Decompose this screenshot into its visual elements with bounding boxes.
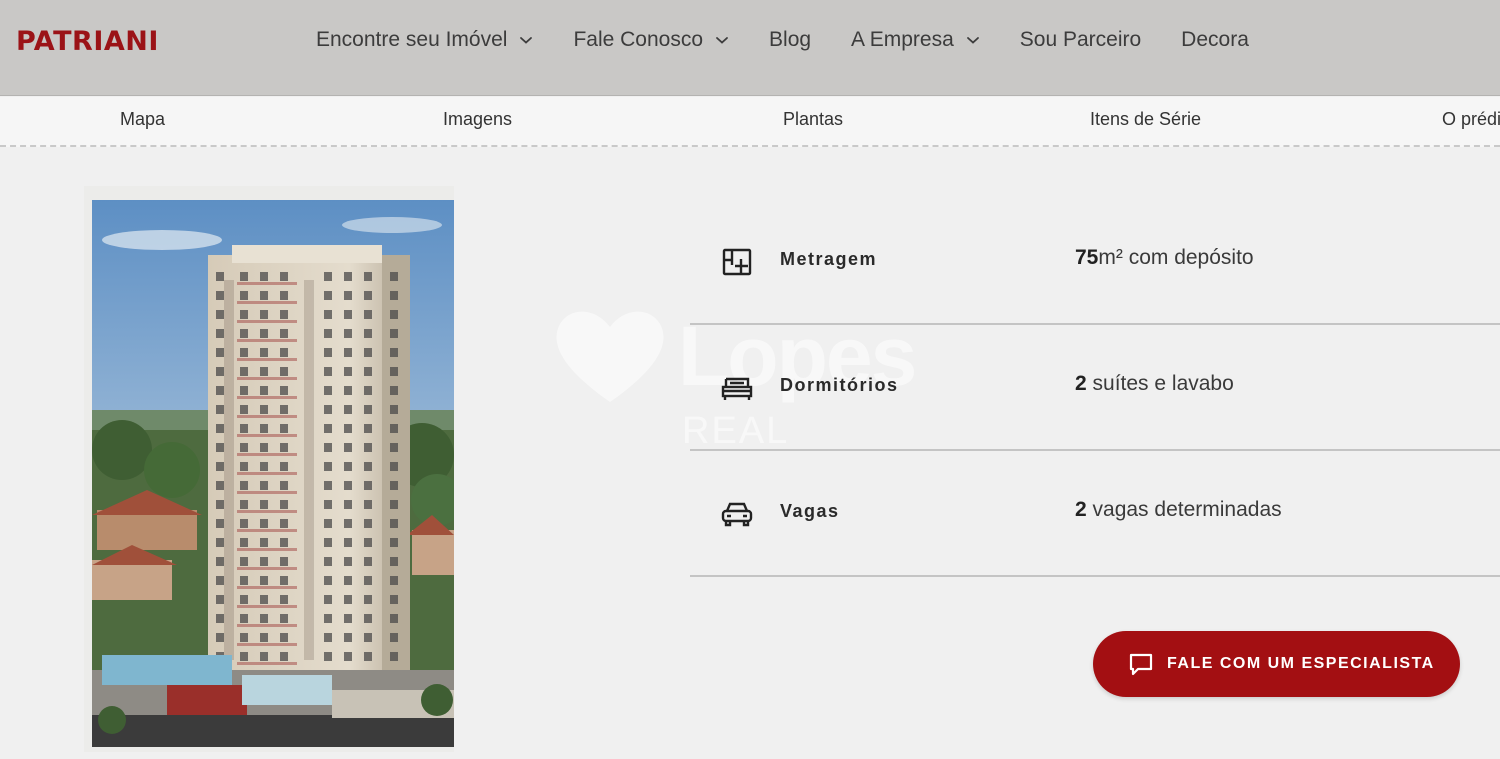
- nav-item-label: Encontre seu Imóvel: [316, 28, 508, 51]
- feature-value: 2 suítes e lavabo: [1075, 372, 1234, 395]
- feature-label: Vagas: [780, 501, 840, 521]
- bed-icon: [720, 371, 754, 405]
- nav-encontre-seu-imovel[interactable]: Encontre seu Imóvel: [316, 28, 533, 52]
- subnav-itens-de-serie[interactable]: Itens de Série: [1090, 109, 1201, 130]
- nav-item-label: Fale Conosco: [573, 28, 704, 51]
- feature-label: Dormitórios: [780, 375, 899, 395]
- heart-logo-icon: [556, 311, 664, 402]
- brand-logo[interactable]: PATRIANI: [16, 26, 159, 57]
- chevron-down-icon: [966, 33, 980, 47]
- nav-item-label: Decora: [1181, 28, 1249, 51]
- subnav-imagens[interactable]: Imagens: [443, 109, 512, 130]
- top-header: PATRIANI Encontre seu Imóvel Fale Conosc…: [0, 0, 1500, 96]
- chevron-down-icon: [715, 33, 729, 47]
- chat-icon: [1127, 650, 1155, 678]
- feature-row-dormitorios: Dormitórios 2 suítes e lavabo: [690, 325, 1500, 451]
- subnav-o-predio[interactable]: O prédio: [1442, 109, 1500, 130]
- building-image[interactable]: [92, 200, 454, 747]
- section-subnav: Mapa Imagens Plantas Itens de Série O pr…: [0, 97, 1500, 147]
- nav-item-label: Sou Parceiro: [1019, 28, 1142, 51]
- cta-label: FALE COM UM ESPECIALISTA: [1167, 655, 1435, 672]
- feature-label: Metragem: [780, 249, 878, 269]
- talk-to-specialist-button[interactable]: FALE COM UM ESPECIALISTA: [1093, 631, 1460, 697]
- nav-fale-conosco[interactable]: Fale Conosco: [573, 28, 729, 52]
- subnav-plantas[interactable]: Plantas: [783, 109, 843, 130]
- nav-item-label: Blog: [769, 28, 812, 51]
- subnav-mapa[interactable]: Mapa: [120, 109, 165, 130]
- feature-value: 2 vagas determinadas: [1075, 498, 1282, 521]
- nav-sou-parceiro[interactable]: Sou Parceiro: [1020, 28, 1141, 52]
- nav-decora[interactable]: Decora: [1181, 28, 1249, 52]
- nav-item-label: A Empresa: [851, 28, 954, 51]
- nav-a-empresa[interactable]: A Empresa: [851, 28, 980, 52]
- chevron-down-icon: [519, 33, 533, 47]
- floor-plan-icon: [720, 245, 754, 279]
- car-icon: [720, 497, 754, 531]
- nav-blog[interactable]: Blog: [769, 28, 811, 52]
- main-nav: Encontre seu Imóvel Fale Conosco Blog A …: [316, 28, 1289, 52]
- feature-value: 75m² com depósito: [1075, 246, 1254, 269]
- feature-row-vagas: Vagas 2 vagas determinadas: [690, 451, 1500, 577]
- feature-row-metragem: Metragem 75m² com depósito: [690, 199, 1500, 325]
